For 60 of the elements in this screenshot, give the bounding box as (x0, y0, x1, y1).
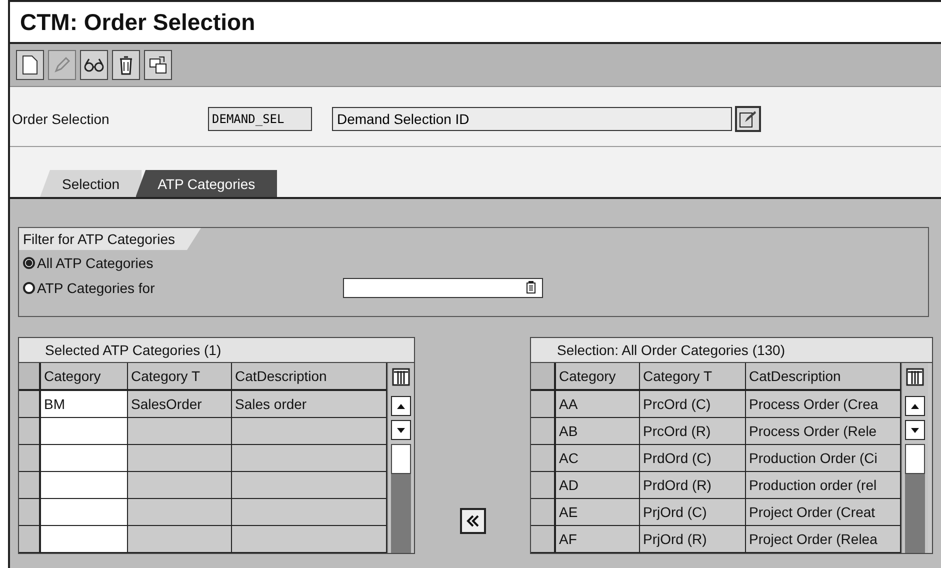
double-left-arrow-icon (466, 515, 480, 527)
row-selector[interactable] (531, 391, 556, 417)
row-selector[interactable] (531, 445, 556, 471)
glasses-icon (84, 58, 104, 72)
row-selector[interactable] (19, 418, 41, 444)
table-cell: AA (556, 391, 640, 417)
tab[interactable]: ATP Categories (136, 170, 278, 197)
edit-text-button[interactable] (735, 106, 761, 132)
radio-label: ATP Categories for (37, 280, 156, 296)
radio-label: All ATP Categories (37, 254, 154, 270)
radio-button[interactable] (23, 282, 35, 294)
select-all-cell[interactable] (531, 363, 556, 389)
table-cell: AF (556, 526, 640, 552)
column-settings-icon[interactable] (906, 368, 924, 386)
row-selector[interactable] (531, 472, 556, 498)
list-icon (526, 281, 536, 294)
row-selector[interactable] (531, 499, 556, 525)
column-settings-icon[interactable] (392, 368, 410, 386)
scroll-down-button[interactable] (905, 420, 925, 440)
table-title: Selection: All Order Categories (130) (531, 338, 932, 363)
toolbar-button[interactable] (80, 50, 108, 80)
row-selector[interactable] (19, 445, 41, 471)
category-field[interactable] (343, 278, 543, 298)
field-label: Order Selection (11, 110, 110, 126)
document-icon (22, 55, 38, 75)
radio-button[interactable] (23, 256, 35, 268)
row-selector[interactable] (19, 499, 41, 525)
scroll-up-button[interactable] (905, 396, 925, 416)
toolbar-button[interactable] (144, 50, 172, 80)
copy-icon (149, 56, 167, 74)
table-cell: AB (556, 418, 640, 444)
scroll-up-button[interactable] (391, 396, 411, 416)
select-all-cell[interactable] (19, 363, 41, 389)
toolbar-button[interactable] (16, 50, 44, 80)
pencil-icon (53, 56, 71, 74)
scroll-down-button[interactable] (391, 420, 411, 440)
row-selector[interactable] (531, 418, 556, 444)
row-selector[interactable] (19, 526, 41, 552)
table-cell: AE (556, 499, 640, 525)
trash-icon (118, 55, 134, 75)
move-left-button[interactable] (460, 508, 486, 534)
row-selector[interactable] (19, 391, 41, 417)
tab[interactable]: Selection (40, 170, 142, 197)
row-selector[interactable] (19, 472, 41, 498)
up-arrow-icon (397, 404, 405, 408)
scroll-thumb[interactable] (905, 444, 925, 474)
group-title: Filter for ATP Categories (19, 228, 201, 250)
scroll-thumb[interactable] (391, 444, 411, 474)
table-cell: AC (556, 445, 640, 471)
description-field[interactable]: Demand Selection ID (332, 106, 732, 130)
down-arrow-icon (911, 428, 919, 432)
selection-id-field[interactable]: DEMAND_SEL (208, 106, 312, 130)
note-pencil-icon (739, 110, 757, 128)
table-cell: AD (556, 472, 640, 498)
row-selector[interactable] (531, 526, 556, 552)
table-cell: BM (41, 391, 128, 417)
table-title: Selected ATP Categories (1) (19, 338, 414, 363)
up-arrow-icon (911, 404, 919, 408)
down-arrow-icon (397, 428, 405, 432)
toolbar-button[interactable] (112, 50, 140, 80)
